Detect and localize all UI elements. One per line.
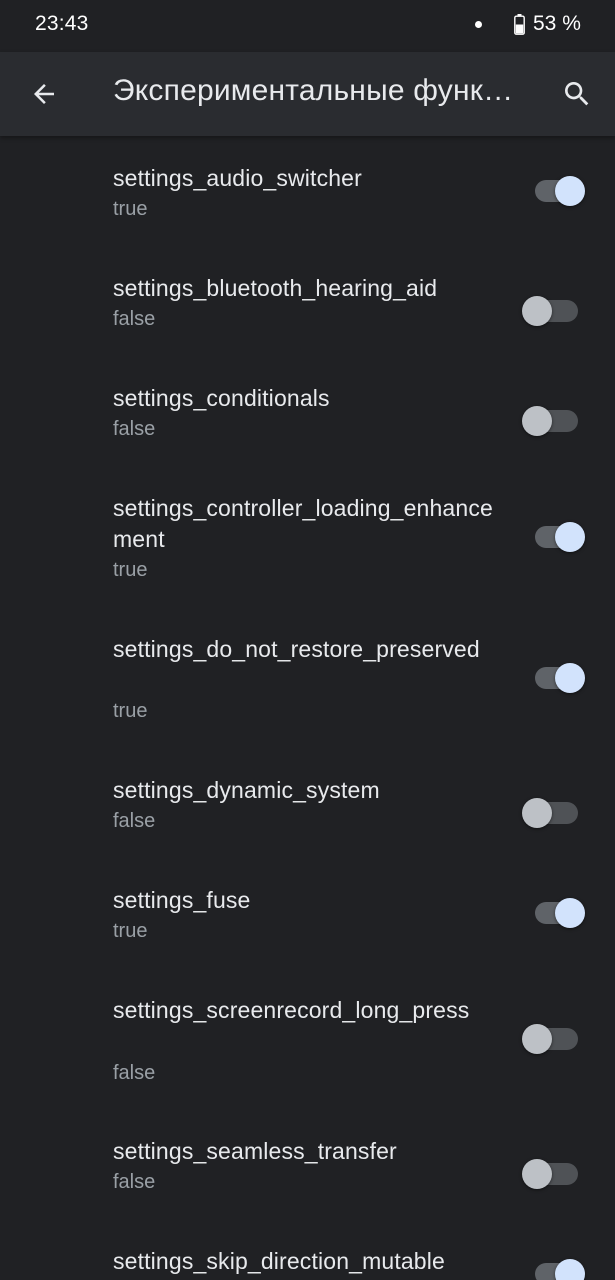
status-time: 23:43 [35,12,89,35]
flag-value: false [113,1062,156,1084]
battery-percentage: 53 % [533,12,581,35]
flag-toggle-switch[interactable] [532,1257,588,1280]
flag-toggle-switch[interactable] [532,661,588,695]
flag-row[interactable]: settings_conditionalsfalse [0,356,615,466]
flag-row[interactable]: settings_screenrecord_long_pressfalse [0,968,615,1109]
switch-thumb [522,1024,552,1054]
flag-name: settings_conditionals [113,385,330,411]
notification-dot-icon [475,21,482,28]
flag-row[interactable]: settings_audio_switchertrue [0,136,615,246]
screen: 23:43 53 % Экспериментальные функции set… [0,0,615,1280]
flag-name: settings_skip_direction_mutable [113,1248,445,1274]
flag-row[interactable]: settings_skip_direction_mutabletrue [0,1219,615,1280]
flag-row[interactable]: settings_seamless_transferfalse [0,1109,615,1219]
switch-thumb [522,798,552,828]
flag-name: settings_seamless_transfer [113,1138,397,1164]
flag-toggle-switch[interactable] [522,796,578,830]
flag-value: true [113,559,148,581]
flag-row[interactable]: settings_bluetooth_hearing_aidfalse [0,246,615,356]
switch-thumb [555,898,585,928]
flag-row[interactable]: settings_controller_loading_enhancementt… [0,466,615,607]
flag-value: false [113,418,156,440]
flag-value: false [113,1171,156,1193]
flag-name: settings_dynamic_system [113,777,380,803]
arrow-back-icon [34,84,54,104]
flag-toggle-switch[interactable] [532,520,588,554]
status-bar: 23:43 53 % [0,0,615,52]
switch-thumb [555,1259,585,1280]
flag-toggle-switch[interactable] [522,404,578,438]
switch-thumb [555,663,585,693]
flag-value: false [113,810,156,832]
app-bar: Экспериментальные функции [0,52,615,136]
flag-toggle-switch[interactable] [532,174,588,208]
flag-value: true [113,198,148,220]
battery-icon [514,14,525,35]
back-button[interactable] [20,70,68,118]
switch-thumb [522,296,552,326]
flag-toggle-switch[interactable] [522,1157,578,1191]
flag-row[interactable]: settings_fusetrue [0,858,615,968]
flag-value: false [113,308,156,330]
search-icon [565,82,589,106]
flag-name: settings_fuse [113,887,251,913]
flag-value: true [113,920,148,942]
flag-toggle-switch[interactable] [532,896,588,930]
switch-thumb [555,176,585,206]
flag-name: settings_audio_switcher [113,165,362,191]
switch-thumb [522,406,552,436]
search-button[interactable] [553,70,601,118]
flag-toggle-switch[interactable] [522,1022,578,1056]
flag-row[interactable]: settings_dynamic_systemfalse [0,748,615,858]
flag-name: settings_bluetooth_hearing_aid [113,275,438,301]
flag-value: true [113,700,148,722]
flag-toggle-switch[interactable] [522,294,578,328]
flag-row[interactable]: settings_do_not_restore_preservedtrue [0,607,615,748]
page-title: Экспериментальные функции [113,74,528,107]
flag-name: settings_controller_loading_enhancement [113,495,493,552]
switch-thumb [555,522,585,552]
flag-name: settings_do_not_restore_preserved [113,636,480,662]
switch-thumb [522,1159,552,1189]
flag-name: settings_screenrecord_long_press [113,997,470,1023]
